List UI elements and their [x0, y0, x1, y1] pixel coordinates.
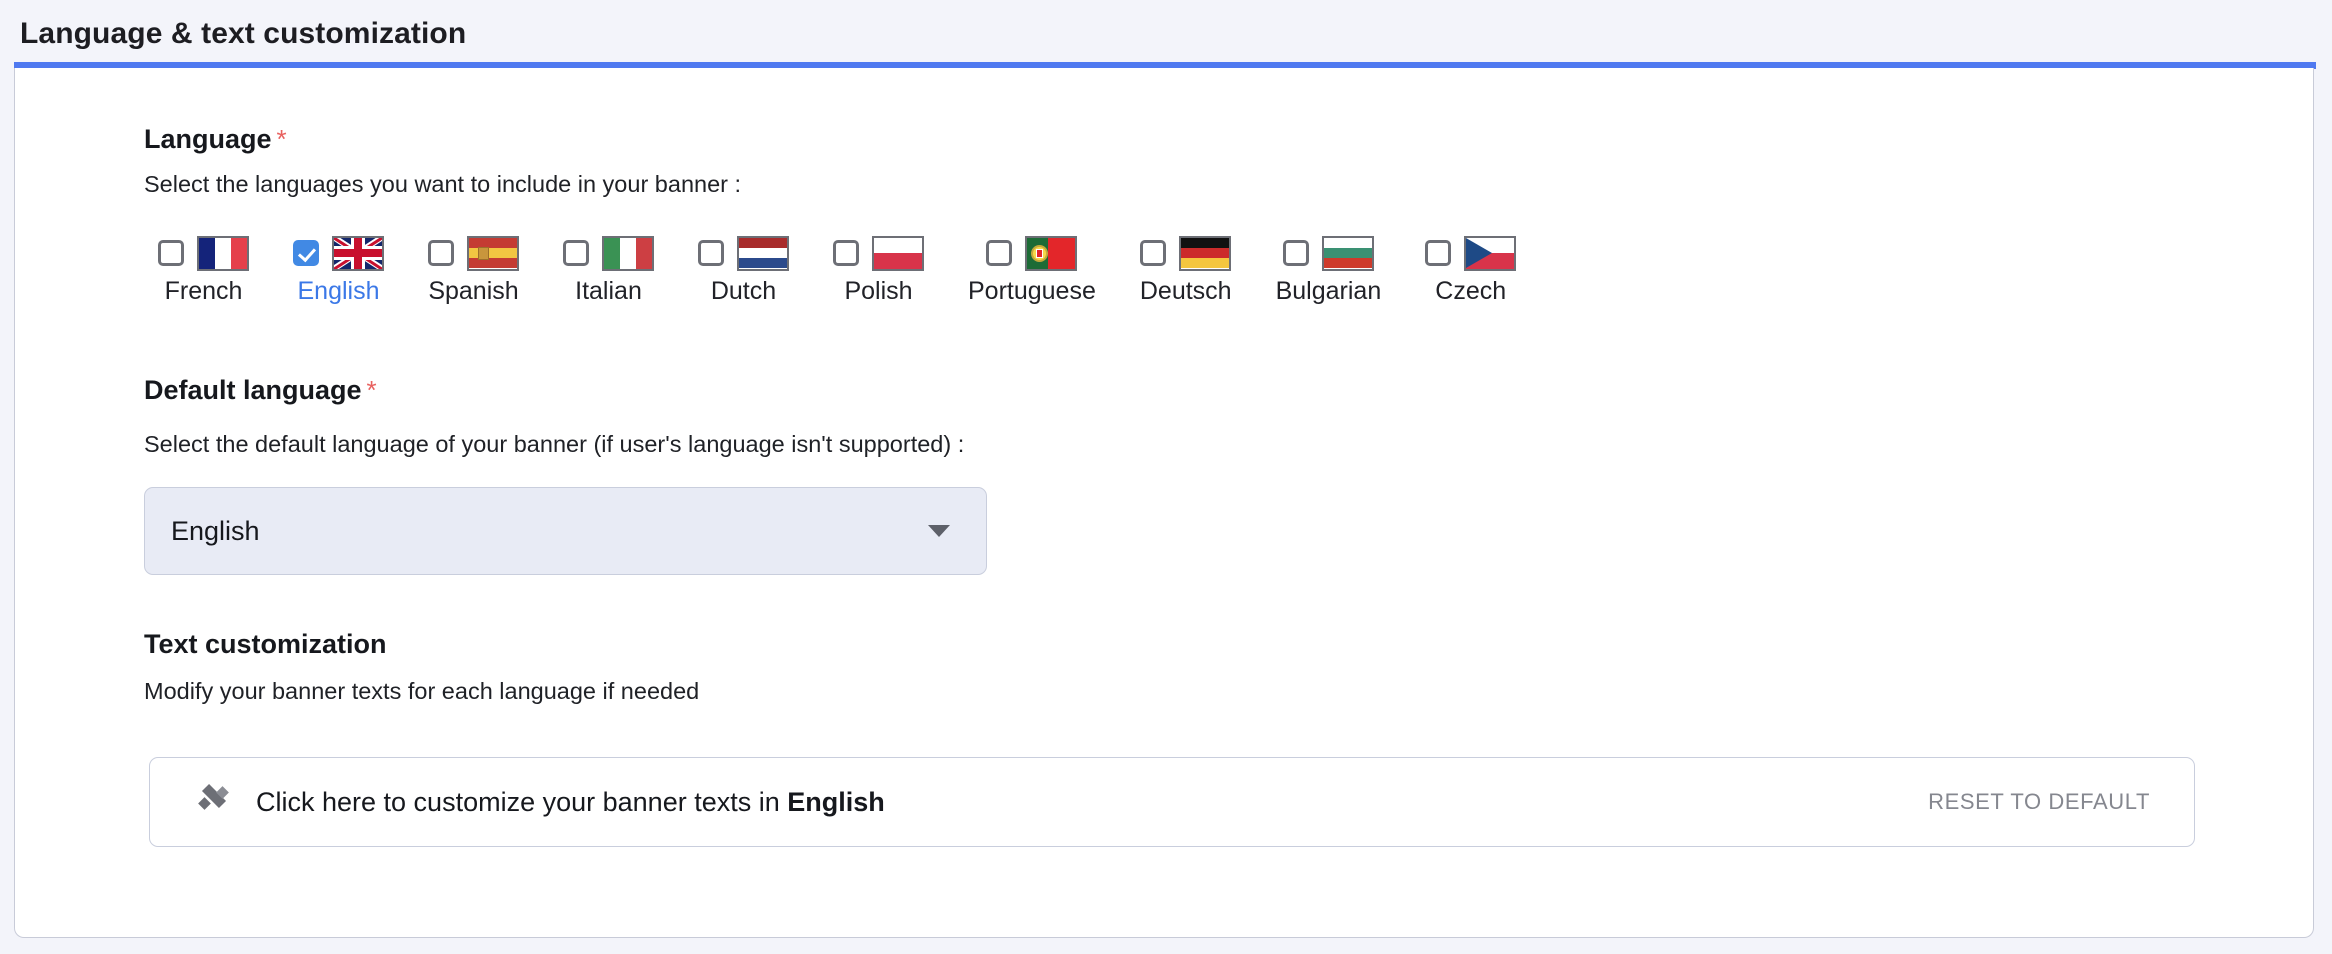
language-option-italian[interactable]: Italian — [563, 235, 654, 306]
language-section-subtitle: Select the languages you want to include… — [144, 171, 742, 197]
language-label-bulgarian: Bulgarian — [1275, 277, 1382, 305]
flag-germany-icon — [1179, 235, 1232, 271]
language-option-spanish-control — [428, 235, 519, 271]
language-option-portuguese-control — [986, 235, 1078, 271]
checkbox-bulgarian[interactable] — [1282, 240, 1309, 266]
reset-to-default-button[interactable]: RESET TO DEFAULT — [1928, 789, 2150, 815]
language-label-dutch: Dutch — [710, 277, 777, 305]
language-required-star: * — [276, 124, 287, 154]
language-option-english-control — [293, 235, 384, 271]
language-option-deutsch[interactable]: Deutsch — [1139, 235, 1232, 306]
language-label-czech: Czech — [1435, 277, 1507, 305]
language-label-french: French — [164, 277, 243, 305]
flag-netherlands-icon — [737, 235, 789, 271]
language-option-dutch[interactable]: Dutch — [698, 235, 789, 306]
language-label-italian: Italian — [575, 277, 642, 305]
language-label-deutsch: Deutsch — [1139, 277, 1232, 305]
language-option-bulgarian-control — [1282, 235, 1374, 271]
language-label-portuguese: Portuguese — [968, 277, 1096, 305]
checkbox-portuguese[interactable] — [986, 240, 1013, 266]
language-option-french[interactable]: French — [158, 235, 249, 306]
checkbox-deutsch[interactable] — [1140, 240, 1167, 266]
language-label-spanish: Spanish — [428, 277, 519, 305]
flag-italy-icon — [602, 235, 654, 271]
language-option-english[interactable]: English — [293, 235, 384, 306]
flag-france-icon — [197, 235, 249, 271]
checkbox-dutch[interactable] — [698, 240, 724, 266]
checkbox-spanish[interactable] — [428, 240, 454, 266]
text-customization-title: Text customization — [144, 629, 387, 659]
default-language-title-text: Default language — [144, 375, 362, 405]
language-section-heading: Language * — [144, 126, 287, 153]
language-option-italian-control — [563, 235, 654, 271]
language-label-polish: Polish — [844, 277, 913, 305]
checkbox-english[interactable] — [293, 240, 319, 266]
page-header: Language & text customization — [0, 0, 2332, 68]
customize-text-language: English — [787, 786, 885, 817]
customize-banner-texts-bar[interactable]: Click here to customize your banner text… — [149, 757, 2195, 847]
chevron-down-icon[interactable] — [928, 525, 950, 537]
language-option-spanish[interactable]: Spanish — [428, 235, 519, 306]
default-language-heading: Default language * — [144, 377, 377, 404]
language-option-polish-control — [833, 235, 924, 271]
checkbox-czech[interactable] — [1425, 240, 1452, 266]
language-option-czech-control — [1425, 235, 1517, 271]
language-options-row: French English Spanish Italian Dutch Pol… — [158, 235, 1517, 306]
flag-poland-icon — [872, 235, 924, 271]
language-option-portuguese[interactable]: Portuguese — [968, 235, 1096, 306]
text-customization-heading: Text customization — [144, 631, 387, 658]
flag-bulgaria-icon — [1321, 235, 1374, 271]
language-option-bulgarian[interactable]: Bulgarian — [1275, 235, 1382, 306]
default-language-subtitle-wrap: Select the default language of your bann… — [144, 431, 965, 457]
language-option-czech[interactable]: Czech — [1425, 235, 1517, 306]
text-customization-subtitle: Modify your banner texts for each langua… — [144, 678, 700, 704]
text-customization-subtitle-wrap: Modify your banner texts for each langua… — [144, 678, 700, 704]
checkbox-polish[interactable] — [833, 240, 859, 266]
pencil-icon — [198, 783, 229, 817]
language-label-english: English — [297, 277, 380, 305]
checkbox-italian[interactable] — [563, 240, 589, 266]
flag-portugal-icon — [1025, 235, 1078, 271]
default-language-title: Default language * — [144, 377, 377, 404]
page-title: Language & text customization — [20, 17, 467, 50]
language-option-french-control — [158, 235, 249, 271]
flag-spain-icon — [467, 235, 519, 271]
language-option-dutch-control — [698, 235, 789, 271]
checkbox-french[interactable] — [158, 240, 184, 266]
language-section-title-text: Language — [144, 124, 272, 154]
customize-text-prefix: Click here to customize your banner text… — [256, 786, 788, 817]
language-option-deutsch-control — [1140, 235, 1232, 271]
default-language-select[interactable]: English — [144, 487, 987, 575]
customize-banner-texts-label: Click here to customize your banner text… — [256, 787, 885, 818]
default-language-subtitle: Select the default language of your bann… — [144, 431, 965, 457]
flag-united-kingdom-icon — [332, 235, 384, 271]
language-section-subtitle-wrap: Select the languages you want to include… — [144, 171, 742, 197]
default-language-required-star: * — [366, 375, 377, 405]
page-root: Language & text customization Language * … — [0, 0, 2332, 954]
language-section-title: Language * — [144, 126, 287, 153]
language-option-polish[interactable]: Polish — [833, 235, 924, 306]
default-language-select-value: English — [171, 515, 260, 546]
flag-czech-republic-icon — [1464, 235, 1517, 271]
